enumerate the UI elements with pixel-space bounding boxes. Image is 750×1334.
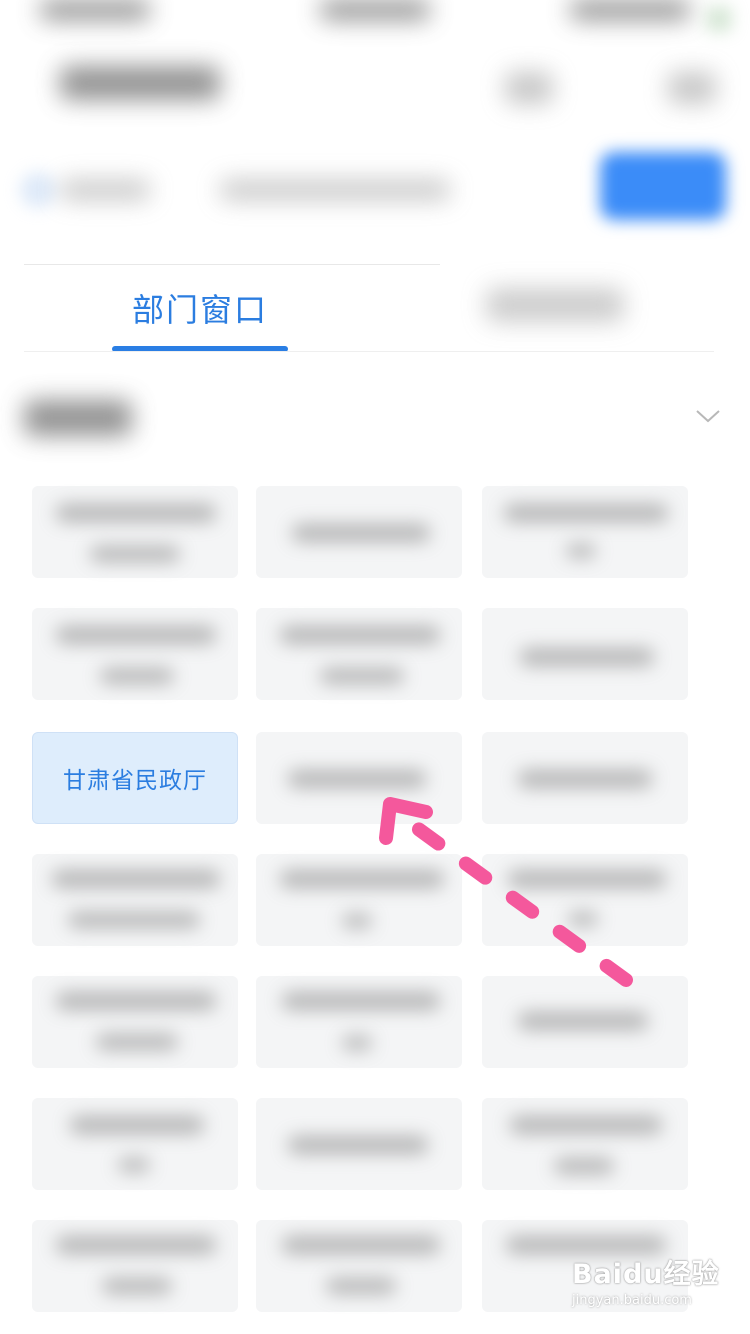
- department-label: 甘肃省民政厅: [63, 768, 207, 794]
- more-icon[interactable]: [668, 72, 716, 104]
- search-button[interactable]: [600, 152, 726, 220]
- department-item[interactable]: [32, 1220, 238, 1312]
- tab-label: 部门窗口: [131, 291, 268, 329]
- search-row: [0, 150, 750, 230]
- department-item[interactable]: [482, 1098, 688, 1190]
- watermark: Baidu经验 jingyan.baidu.com: [572, 1252, 722, 1322]
- watermark-url: jingyan.baidu.com: [572, 1293, 692, 1308]
- app-screen: 部门窗口 甘肃省民政厅 Baidu经验 jingyan.baidu.com: [0, 0, 750, 1334]
- page-title: [60, 66, 220, 100]
- location-label[interactable]: [60, 180, 150, 200]
- status-bar-left: [40, 0, 150, 20]
- department-item[interactable]: [482, 486, 688, 578]
- status-bar-center: [320, 0, 430, 20]
- department-item[interactable]: [32, 976, 238, 1068]
- department-item-selected[interactable]: 甘肃省民政厅: [32, 732, 238, 824]
- department-item[interactable]: [32, 1098, 238, 1190]
- department-item[interactable]: [256, 1098, 462, 1190]
- department-item[interactable]: [32, 854, 238, 946]
- department-item[interactable]: [256, 486, 462, 578]
- tab-bar: 部门窗口: [0, 262, 750, 354]
- department-item[interactable]: [32, 486, 238, 578]
- divider: [24, 351, 714, 352]
- search-input[interactable]: [220, 180, 450, 200]
- section-title: [24, 400, 132, 436]
- divider: [24, 264, 440, 265]
- department-item[interactable]: [482, 608, 688, 700]
- header-action-icon[interactable]: [505, 72, 553, 104]
- tab-other[interactable]: [486, 288, 624, 322]
- dashed-arrow-icon: [379, 797, 633, 987]
- watermark-brand: Baidu经验: [572, 1259, 720, 1290]
- department-item[interactable]: [256, 608, 462, 700]
- department-item[interactable]: [32, 608, 238, 700]
- tab-department-window[interactable]: 部门窗口: [112, 270, 288, 352]
- department-item[interactable]: [256, 1220, 462, 1312]
- status-bar-right: [570, 0, 690, 20]
- location-icon[interactable]: [20, 172, 56, 208]
- chevron-down-icon[interactable]: [694, 406, 722, 426]
- plus-icon[interactable]: [706, 6, 732, 32]
